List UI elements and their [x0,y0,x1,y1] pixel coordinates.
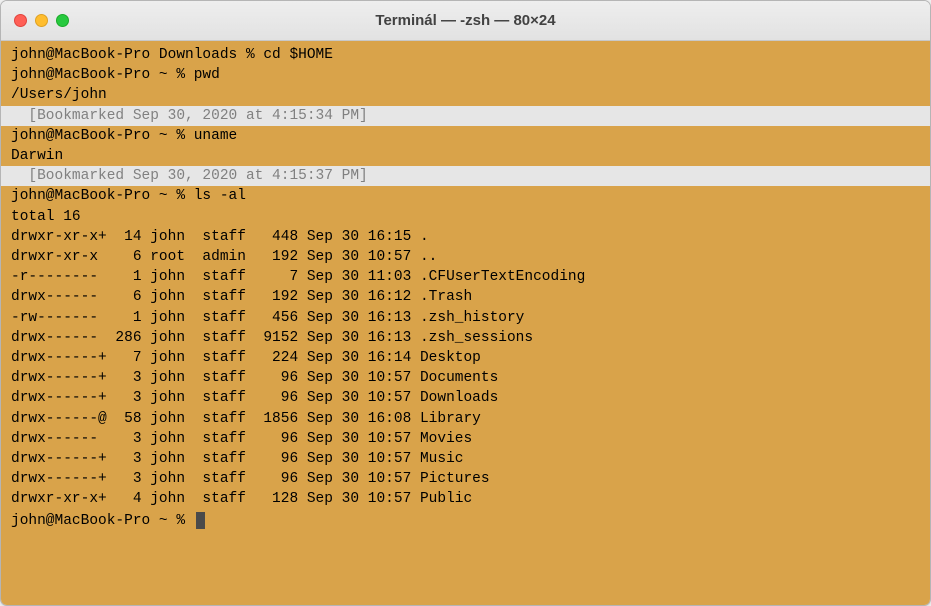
close-button[interactable] [14,14,27,27]
zoom-button[interactable] [56,14,69,27]
shell-command: ls -al [194,188,246,204]
output-line: drwx------+ 7 john staff 224 Sep 30 16:1… [11,348,920,368]
output-line: drwx------+ 3 john staff 96 Sep 30 10:57… [11,469,920,489]
output-line: drwx------+ 3 john staff 96 Sep 30 10:57… [11,388,920,408]
terminal-window: Terminál — -zsh — 80×24 john@MacBook-Pro… [0,0,931,606]
output-line: -rw------- 1 john staff 456 Sep 30 16:13… [11,308,920,328]
prompt-line: john@MacBook-Pro Downloads % cd $HOME [11,45,920,65]
output-line: /Users/john [11,85,920,105]
output-line: drwx------ 3 john staff 96 Sep 30 10:57 … [11,429,920,449]
output-line: drwxr-xr-x 6 root admin 192 Sep 30 10:57… [11,247,920,267]
output-line: total 16 [11,207,920,227]
output-line: drwx------+ 3 john staff 96 Sep 30 10:57… [11,449,920,469]
shell-prompt: john@MacBook-Pro ~ % [11,67,194,83]
shell-command: pwd [194,67,220,83]
prompt-line: john@MacBook-Pro ~ % ls -al [11,186,920,206]
output-line: drwx------ 286 john staff 9152 Sep 30 16… [11,328,920,348]
output-line: drwx------ 6 john staff 192 Sep 30 16:12… [11,287,920,307]
bookmark-line: [Bookmarked Sep 30, 2020 at 4:15:37 PM] [1,166,930,186]
output-line: drwx------+ 3 john staff 96 Sep 30 10:57… [11,368,920,388]
shell-prompt: john@MacBook-Pro ~ % [11,128,194,144]
cursor [196,512,205,529]
output-line: Darwin [11,146,920,166]
window-title: Terminál — -zsh — 80×24 [1,12,930,29]
terminal-body[interactable]: john@MacBook-Pro Downloads % cd $HOMEjoh… [1,41,930,605]
prompt-line: john@MacBook-Pro ~ % uname [11,126,920,146]
output-line: -r-------- 1 john staff 7 Sep 30 11:03 .… [11,267,920,287]
shell-prompt: john@MacBook-Pro ~ % [11,188,194,204]
prompt-line: john@MacBook-Pro ~ % [11,510,920,531]
output-line: drwx------@ 58 john staff 1856 Sep 30 16… [11,409,920,429]
shell-prompt: john@MacBook-Pro Downloads % [11,47,263,63]
output-line: drwxr-xr-x+ 4 john staff 128 Sep 30 10:5… [11,489,920,509]
output-line: drwxr-xr-x+ 14 john staff 448 Sep 30 16:… [11,227,920,247]
prompt-line: john@MacBook-Pro ~ % pwd [11,65,920,85]
traffic-lights [14,14,69,27]
titlebar[interactable]: Terminál — -zsh — 80×24 [1,1,930,41]
bookmark-line: [Bookmarked Sep 30, 2020 at 4:15:34 PM] [1,106,930,126]
shell-prompt: john@MacBook-Pro ~ % [11,513,194,529]
shell-command: uname [194,128,238,144]
minimize-button[interactable] [35,14,48,27]
shell-command: cd $HOME [263,47,333,63]
